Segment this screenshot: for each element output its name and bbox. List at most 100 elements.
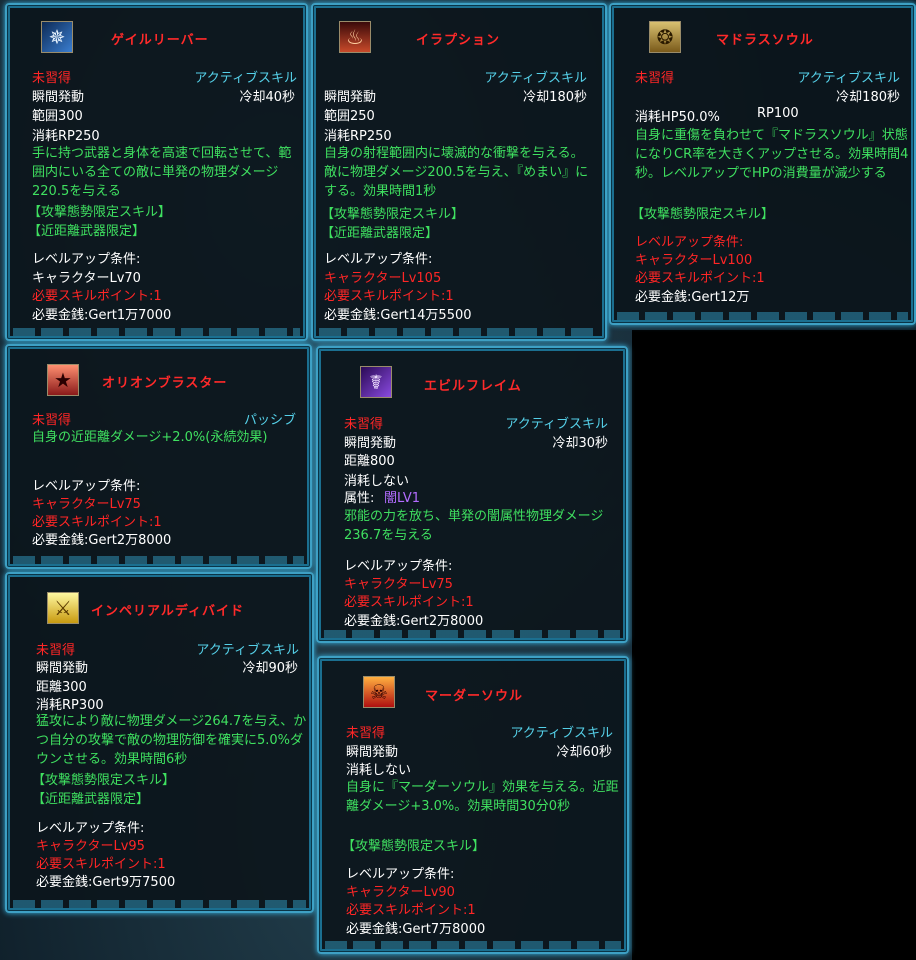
- cast-type: 瞬間発動: [346, 745, 399, 760]
- tooltip-header: ⚔ インペリアルディバイド: [7, 574, 312, 626]
- skill-tooltip-murder-soul: ☠ マーダーソウル 未習得 アクティブスキル 瞬間発動 冷却60秒 消耗しない …: [317, 656, 629, 954]
- range-text: 範囲250: [324, 109, 375, 124]
- cost-text: 消耗しない: [346, 763, 412, 778]
- skill-description: 自身に重傷を負わせて『マドラスソウル』状態になりCR率を大きくアップさせる。効果…: [635, 128, 909, 181]
- skill-title: イラプション: [416, 33, 501, 48]
- cost-hp-text: 消耗HP50.0%: [635, 110, 720, 125]
- skill-title: ゲイルリーバー: [111, 33, 209, 48]
- tag-text: 【攻撃態勢限定スキル】: [321, 207, 465, 222]
- orion-blaster-icon: ★: [47, 364, 79, 396]
- cost-text: 消耗RP250: [32, 129, 100, 144]
- req-character-level: キャラクターLv90: [346, 885, 455, 900]
- skill-type: アクティブスキル: [196, 643, 299, 658]
- cast-type: 瞬間発動: [324, 90, 377, 105]
- levelup-label: レベルアップ条件:: [32, 252, 141, 267]
- tooltip-header: ☤ エビルフレイム: [318, 348, 626, 400]
- tooltip-header: ♨ イラプション: [313, 5, 605, 57]
- req-gold: 必要金銭:Gert14万5500: [324, 308, 472, 323]
- cost-text: 消耗RP300: [36, 698, 104, 713]
- tooltip-header: ❂ マドラスソウル: [611, 5, 914, 57]
- skill-title: マーダーソウル: [425, 689, 524, 704]
- status-text: 未習得: [344, 417, 384, 432]
- levelup-label: レベルアップ条件:: [36, 821, 145, 836]
- cast-type: 瞬間発動: [344, 436, 397, 451]
- madras-soul-icon: ❂: [649, 21, 681, 53]
- evil-flame-icon: ☤: [360, 366, 392, 398]
- attribute-value: 闇LV1: [384, 491, 420, 506]
- cooldown-text: 冷却90秒: [242, 661, 298, 676]
- req-skill-points: 必要スキルポイント:1: [344, 595, 474, 610]
- tag-text: 【近距離武器限定】: [28, 224, 146, 239]
- req-skill-points: 必要スキルポイント:1: [36, 857, 166, 872]
- cooldown-text: 冷却180秒: [836, 90, 900, 105]
- levelup-label: レベルアップ条件:: [32, 479, 141, 494]
- req-gold: 必要金銭:Gert7万8000: [346, 922, 486, 937]
- req-character-level: キャラクターLv70: [32, 271, 141, 286]
- tooltip-header: ★ オリオンブラスター: [7, 346, 310, 398]
- cooldown-text: 冷却180秒: [523, 90, 587, 105]
- levelup-label: レベルアップ条件:: [324, 252, 433, 267]
- tag-text: 【攻撃態勢限定スキル】: [342, 839, 486, 854]
- req-gold: 必要金銭:Gert2万8000: [32, 533, 172, 548]
- imperial-divide-icon: ⚔: [47, 592, 79, 624]
- tooltip-header: ☠ マーダーソウル: [319, 658, 627, 710]
- req-skill-points: 必要スキルポイント:1: [346, 903, 476, 918]
- skill-tooltip-madras-soul: ❂ マドラスソウル 未習得 アクティブスキル 冷却180秒 消耗HP50.0% …: [609, 3, 916, 325]
- skill-type: パッシブ: [243, 413, 296, 428]
- req-character-level: キャラクターLv75: [32, 497, 141, 512]
- req-gold: 必要金銭:Gert12万: [635, 290, 750, 305]
- tag-text: 【攻撃態勢限定スキル】: [28, 205, 172, 220]
- tag-text: 【攻撃態勢限定スキル】: [631, 207, 775, 222]
- range-text: 距離800: [344, 454, 395, 469]
- cost-rp-text: RP100: [757, 106, 799, 121]
- skill-description: 邪能の力を放ち、単発の闇属性物理ダメージ236.7を与える: [344, 509, 604, 543]
- skill-title: オリオンブラスター: [102, 376, 228, 391]
- skill-tooltip-orion-blaster: ★ オリオンブラスター 未習得 パッシブ 自身の近距離ダメージ+2.0%(永続効…: [5, 344, 312, 569]
- tag-text: 【攻撃態勢限定スキル】: [32, 773, 176, 788]
- eruption-icon: ♨: [339, 21, 371, 53]
- status-text: 未習得: [346, 726, 386, 741]
- gale-reaper-icon: ✵: [41, 21, 73, 53]
- req-character-level: キャラクターLv105: [324, 271, 442, 286]
- cooldown-text: 冷却30秒: [552, 436, 608, 451]
- skill-description: 手に持つ武器と身体を高速で回転させて、範囲内にいる全ての敵に単発の物理ダメージ2…: [32, 146, 292, 199]
- skill-title: インペリアルディバイド: [91, 604, 244, 619]
- status-text: 未習得: [32, 71, 72, 86]
- empty-screen-area: [632, 330, 916, 960]
- attribute-label: 属性:: [344, 491, 375, 506]
- skill-title: マドラスソウル: [716, 33, 814, 48]
- req-gold: 必要金銭:Gert1万7000: [32, 308, 172, 323]
- tag-text: 【近距離武器限定】: [32, 792, 150, 807]
- cooldown-text: 冷却40秒: [239, 90, 295, 105]
- skill-tooltip-evil-flame: ☤ エビルフレイム 未習得 アクティブスキル 瞬間発動 冷却30秒 距離800 …: [316, 346, 628, 643]
- req-gold: 必要金銭:Gert2万8000: [344, 614, 484, 629]
- cast-type: 瞬間発動: [36, 661, 89, 676]
- levelup-label: レベルアップ条件:: [344, 559, 453, 574]
- skill-description: 猛攻により敵に物理ダメージ264.7を与え、かつ自分の攻撃で敵の物理防御を確実に…: [36, 714, 307, 767]
- skill-type: アクティブスキル: [194, 71, 297, 86]
- req-gold: 必要金銭:Gert9万7500: [36, 875, 176, 890]
- status-text: 未習得: [32, 413, 72, 428]
- skill-tooltip-eruption: ♨ イラプション アクティブスキル 瞬間発動 冷却180秒 範囲250 消耗RP…: [311, 3, 607, 341]
- range-text: 距離300: [36, 680, 87, 695]
- status-text: 未習得: [635, 71, 675, 86]
- skill-type: アクティブスキル: [505, 417, 608, 432]
- req-skill-points: 必要スキルポイント:1: [32, 515, 162, 530]
- skill-title: エビルフレイム: [424, 379, 522, 394]
- skill-tooltip-gale-reaper: ✵ ゲイルリーバー 未習得 アクティブスキル 瞬間発動 冷却40秒 範囲300 …: [5, 3, 308, 341]
- cost-text: 消耗RP250: [324, 129, 392, 144]
- skill-type: アクティブスキル: [797, 71, 900, 86]
- skill-description: 自身に『マーダーソウル』効果を与える。近距離ダメージ+3.0%。効果時間30分0…: [346, 780, 619, 814]
- req-skill-points: 必要スキルポイント:1: [635, 271, 765, 286]
- skill-type: アクティブスキル: [484, 71, 587, 86]
- req-character-level: キャラクターLv75: [344, 577, 453, 592]
- levelup-label: レベルアップ条件:: [635, 235, 744, 250]
- skill-type: アクティブスキル: [510, 726, 613, 741]
- range-text: 範囲300: [32, 109, 83, 124]
- tag-text: 【近距離武器限定】: [321, 226, 439, 241]
- req-skill-points: 必要スキルポイント:1: [324, 289, 454, 304]
- tooltip-header: ✵ ゲイルリーバー: [7, 5, 306, 57]
- req-character-level: キャラクターLv100: [635, 253, 753, 268]
- cooldown-text: 冷却60秒: [556, 745, 612, 760]
- req-skill-points: 必要スキルポイント:1: [32, 289, 162, 304]
